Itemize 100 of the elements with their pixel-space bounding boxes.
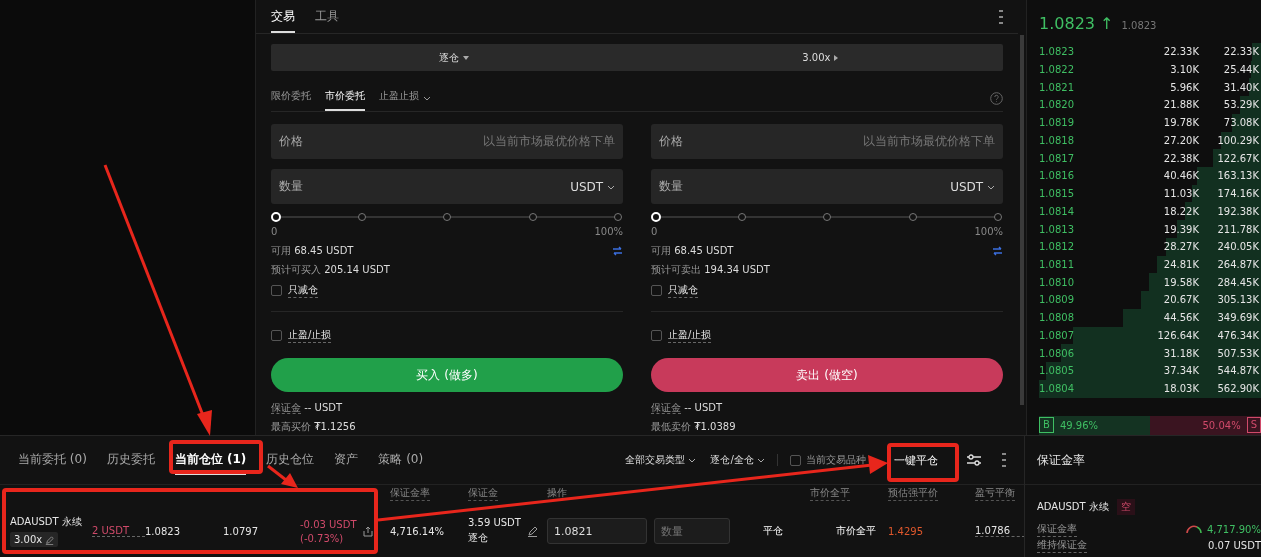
- settings-icon[interactable]: [966, 453, 982, 467]
- positions-tab[interactable]: 历史委托: [106, 445, 155, 475]
- tp-sl-checkbox[interactable]: [651, 329, 662, 341]
- bid-row[interactable]: 1.0820 21.88K 53.29K: [1039, 96, 1261, 114]
- panel-tab[interactable]: 工具: [315, 0, 339, 33]
- slider-thumb[interactable]: [271, 212, 281, 222]
- filter-dropdown[interactable]: 全部交易类型: [625, 453, 697, 467]
- swap-icon[interactable]: [992, 245, 1003, 256]
- positions-tab[interactable]: 当前委托 (0): [18, 445, 87, 475]
- estimate-text: 预计可买入 205.14 USDT: [271, 263, 390, 277]
- available-balance: 可用 68.45 USDT: [651, 244, 734, 258]
- reduce-only-checkbox[interactable]: [271, 284, 282, 296]
- tp-sl-checkbox[interactable]: [271, 329, 282, 341]
- price-field[interactable]: 价格 以当前市场最优价格下单: [271, 124, 623, 159]
- slider-thumb[interactable]: [651, 212, 661, 222]
- bid-row[interactable]: 1.0815 11.03K 174.16K: [1039, 184, 1261, 203]
- close-position-button[interactable]: 平仓: [763, 522, 783, 540]
- slider-step-dot[interactable]: [443, 213, 451, 221]
- quantity-field[interactable]: 数量 USDT: [651, 169, 1003, 204]
- symbol-name: ADAUSDT 永续: [10, 515, 82, 529]
- bid-row[interactable]: 1.0810 19.58K 284.45K: [1039, 273, 1261, 292]
- slider-step-dot[interactable]: [994, 213, 1002, 221]
- bid-size: 18.22K: [1162, 205, 1199, 217]
- bid-row[interactable]: 1.0807 126.64K 476.34K: [1039, 326, 1261, 345]
- bid-row[interactable]: 1.0811 24.81K 264.87K: [1039, 255, 1261, 274]
- reduce-only-checkbox[interactable]: [651, 284, 662, 296]
- bid-size: 22.38K: [1162, 152, 1199, 164]
- bid-row[interactable]: 1.0809 20.67K 305.13K: [1039, 291, 1261, 309]
- bid-total: 264.87K: [1217, 259, 1260, 270]
- bid-size: 44.56K: [1162, 312, 1199, 324]
- slider-step-dot[interactable]: [908, 213, 917, 221]
- close-price-input[interactable]: 1.0821: [547, 518, 647, 544]
- positions-tab[interactable]: 策略 (0): [378, 445, 424, 475]
- order-type-tab[interactable]: 止盈止损: [379, 85, 419, 111]
- bid-total: 349.69K: [1217, 312, 1260, 324]
- bid-price: 1.0808: [1039, 312, 1075, 324]
- close-all-button[interactable]: 一键平仓: [886, 444, 946, 476]
- positions-tab[interactable]: 当前仓位 (1): [174, 445, 247, 475]
- swap-icon[interactable]: [612, 245, 623, 256]
- margin-mode-dropdown[interactable]: 逐仓: [271, 44, 637, 71]
- positions-tab[interactable]: 历史仓位: [266, 445, 315, 475]
- bid-total: 22.33K: [1223, 46, 1260, 58]
- market-close-button[interactable]: 市价全平: [836, 522, 876, 540]
- gauge-icon: [1184, 524, 1203, 534]
- annotation-box: [887, 443, 959, 482]
- checkbox-label: 止盈/止损: [668, 327, 712, 343]
- price-field[interactable]: 价格 以当前市场最优价格下单: [651, 124, 1003, 159]
- bid-price: 1.0813: [1039, 223, 1075, 235]
- bid-price: 1.0815: [1039, 188, 1075, 200]
- bid-size: 19.39K: [1162, 223, 1199, 235]
- bid-row[interactable]: 1.0817 22.38K 122.67K: [1039, 149, 1261, 167]
- bid-row[interactable]: 1.0806 31.18K 507.53K: [1039, 344, 1261, 363]
- share-icon[interactable]: [362, 525, 373, 537]
- help-icon[interactable]: [990, 91, 1003, 105]
- bid-size: 11.03K: [1162, 188, 1199, 200]
- bid-total: 31.40K: [1223, 81, 1260, 93]
- sell-button[interactable]: 卖出 (做空): [651, 358, 1003, 392]
- more-icon[interactable]: [1002, 453, 1006, 467]
- chevron-down-icon[interactable]: [423, 95, 431, 101]
- bid-row[interactable]: 1.0804 18.03K 562.90K: [1039, 379, 1261, 398]
- order-type-tab[interactable]: 限价委托: [271, 85, 311, 111]
- bid-total: 305.13K: [1217, 294, 1260, 306]
- bid-size: 19.58K: [1162, 276, 1199, 288]
- margin-ratio-cell-text: 4,716.14%: [390, 525, 446, 537]
- pnl-value: -0.03 USDT: [300, 518, 357, 530]
- bid-price: 1.0811: [1039, 259, 1075, 270]
- slider-step-dot[interactable]: [737, 213, 746, 221]
- slider-step-dot[interactable]: [357, 213, 366, 221]
- bid-row[interactable]: 1.0805 37.34K 544.87K: [1039, 362, 1261, 380]
- bid-row[interactable]: 1.0816 40.46K 163.13K: [1039, 166, 1261, 185]
- slider-step-dot[interactable]: [614, 213, 622, 221]
- bid-row[interactable]: 1.0818 27.20K 100.29K: [1039, 131, 1261, 150]
- bid-row[interactable]: 1.0821 5.96K 31.40K: [1039, 78, 1261, 97]
- bid-row[interactable]: 1.0822 3.10K 25.44K: [1039, 60, 1261, 79]
- bid-price: 1.0807: [1039, 329, 1075, 341]
- symbol-filter-checkbox[interactable]: [790, 454, 801, 466]
- bid-row[interactable]: 1.0814 18.22K 192.38K: [1039, 202, 1261, 221]
- bid-price: 1.0804: [1039, 383, 1075, 395]
- bid-row[interactable]: 1.0819 19.78K 73.08K: [1039, 113, 1261, 132]
- bid-row[interactable]: 1.0812 28.27K 240.05K: [1039, 237, 1261, 256]
- bid-total: 507.53K: [1217, 347, 1260, 359]
- more-icon[interactable]: [999, 9, 1003, 24]
- slider-step-dot[interactable]: [823, 213, 831, 221]
- bid-row[interactable]: 1.0813 19.39K 211.78K: [1039, 220, 1261, 238]
- bid-row[interactable]: 1.0808 44.56K 349.69K: [1039, 308, 1261, 327]
- checkbox-label: 只减仓: [668, 282, 698, 298]
- slider-step-dot[interactable]: [528, 213, 537, 221]
- close-quantity-input[interactable]: 数量: [654, 518, 730, 544]
- bid-price: 1.0818: [1039, 134, 1075, 146]
- edit-icon[interactable]: [526, 525, 538, 537]
- filter-dropdown[interactable]: 逐仓/全仓: [710, 453, 765, 467]
- panel-tab[interactable]: 交易: [271, 0, 295, 33]
- leverage-chip[interactable]: 3.00x: [10, 532, 59, 547]
- quantity-field[interactable]: 数量 USDT: [271, 169, 623, 204]
- leverage-button[interactable]: 3.00x: [637, 44, 1003, 71]
- bid-total: 476.34K: [1217, 329, 1260, 341]
- positions-tab[interactable]: 资产: [334, 445, 359, 475]
- bid-row[interactable]: 1.0823 22.33K 22.33K: [1039, 42, 1261, 61]
- order-type-tab[interactable]: 市价委托: [325, 85, 365, 111]
- bid-size: 126.64K: [1156, 329, 1199, 341]
